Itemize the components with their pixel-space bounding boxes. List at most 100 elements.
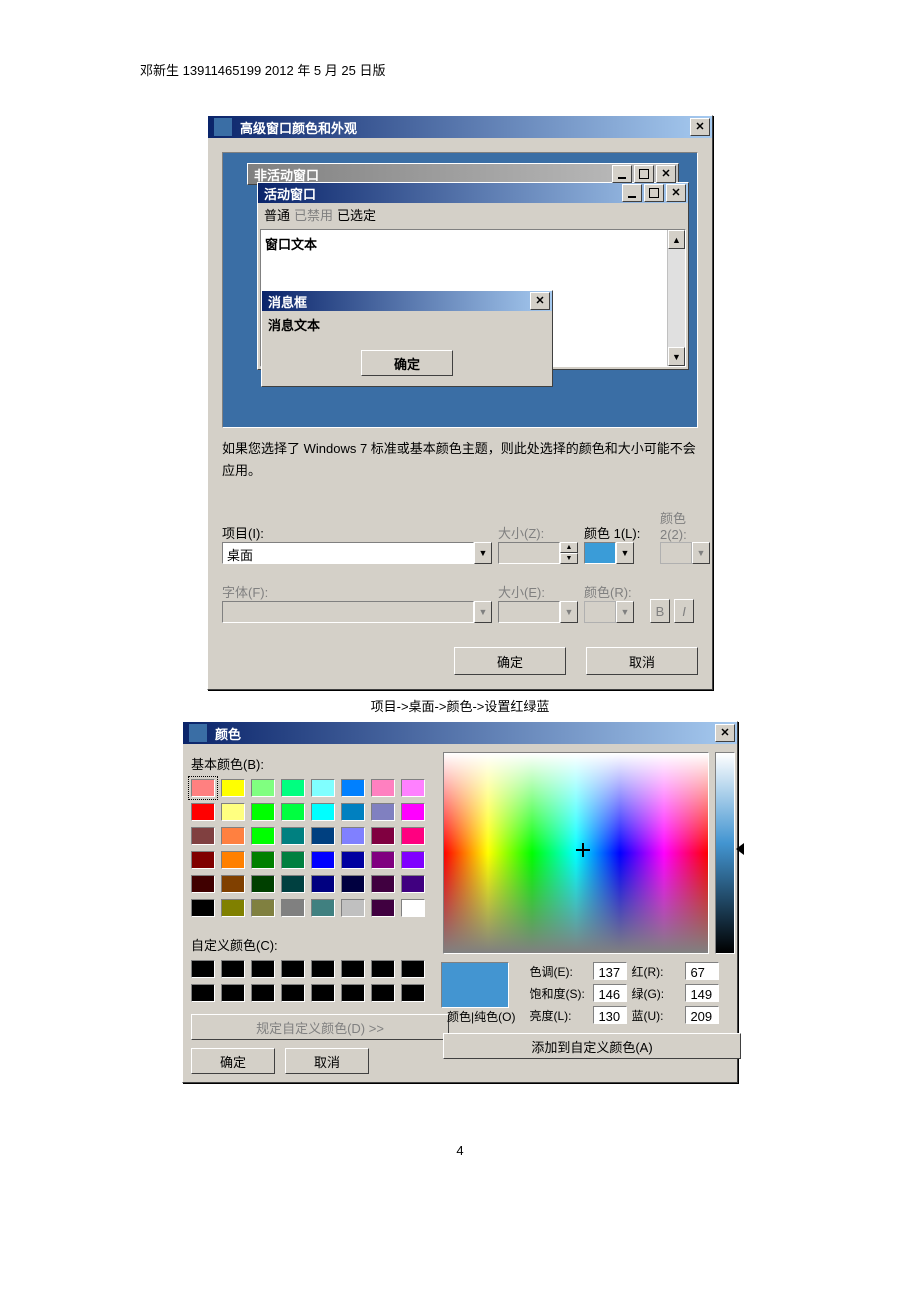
cancel-button[interactable]: 取消 bbox=[285, 1048, 369, 1074]
basic-color-swatch[interactable] bbox=[221, 875, 245, 893]
close-icon[interactable]: ✕ bbox=[656, 165, 676, 183]
close-icon[interactable]: ✕ bbox=[530, 292, 550, 310]
basic-color-swatch[interactable] bbox=[191, 827, 215, 845]
basic-color-swatch[interactable] bbox=[191, 803, 215, 821]
basic-color-swatch[interactable] bbox=[311, 827, 335, 845]
basic-color-swatch[interactable] bbox=[191, 779, 215, 797]
basic-color-swatch[interactable] bbox=[341, 827, 365, 845]
custom-color-swatch[interactable] bbox=[401, 960, 425, 978]
basic-color-swatch[interactable] bbox=[341, 803, 365, 821]
basic-color-swatch[interactable] bbox=[371, 827, 395, 845]
basic-color-swatch[interactable] bbox=[311, 779, 335, 797]
hue-input[interactable]: 137 bbox=[593, 962, 627, 980]
basic-color-swatch[interactable] bbox=[281, 827, 305, 845]
basic-color-swatch[interactable] bbox=[371, 899, 395, 917]
basic-color-swatch[interactable] bbox=[221, 851, 245, 869]
color1-picker[interactable]: ▼ bbox=[584, 542, 654, 564]
basic-color-swatch[interactable] bbox=[371, 875, 395, 893]
cancel-button[interactable]: 取消 bbox=[586, 647, 698, 675]
custom-color-swatch[interactable] bbox=[311, 960, 335, 978]
basic-color-swatch[interactable] bbox=[311, 875, 335, 893]
basic-color-swatch[interactable] bbox=[341, 851, 365, 869]
basic-color-swatch[interactable] bbox=[251, 851, 275, 869]
close-icon[interactable]: ✕ bbox=[715, 724, 735, 742]
basic-color-swatch[interactable] bbox=[281, 875, 305, 893]
basic-color-swatch[interactable] bbox=[191, 875, 215, 893]
custom-colors-grid[interactable] bbox=[191, 960, 441, 1002]
minimize-icon[interactable] bbox=[612, 165, 632, 183]
custom-color-swatch[interactable] bbox=[251, 984, 275, 1002]
basic-color-swatch[interactable] bbox=[251, 827, 275, 845]
basic-color-swatch[interactable] bbox=[221, 779, 245, 797]
scroll-up-icon[interactable]: ▲ bbox=[668, 230, 685, 249]
custom-color-swatch[interactable] bbox=[371, 984, 395, 1002]
basic-color-swatch[interactable] bbox=[251, 899, 275, 917]
add-to-custom-button[interactable]: 添加到自定义颜色(A) bbox=[443, 1033, 741, 1059]
title-bar[interactable]: 高级窗口颜色和外观 ✕ bbox=[208, 116, 712, 138]
custom-color-swatch[interactable] bbox=[221, 960, 245, 978]
chevron-down-icon[interactable]: ▼ bbox=[616, 542, 634, 564]
custom-color-swatch[interactable] bbox=[341, 984, 365, 1002]
ok-button[interactable]: 确定 bbox=[191, 1048, 275, 1074]
lum-input[interactable]: 130 bbox=[593, 1006, 627, 1024]
basic-color-swatch[interactable] bbox=[251, 779, 275, 797]
menu-selected[interactable]: 已选定 bbox=[337, 205, 376, 227]
basic-color-swatch[interactable] bbox=[401, 875, 425, 893]
item-combo[interactable]: 桌面 bbox=[222, 542, 474, 564]
basic-color-swatch[interactable] bbox=[371, 803, 395, 821]
minimize-icon[interactable] bbox=[622, 184, 642, 202]
basic-color-swatch[interactable] bbox=[281, 899, 305, 917]
ok-button[interactable]: 确定 bbox=[454, 647, 566, 675]
scroll-down-icon[interactable]: ▼ bbox=[668, 347, 685, 366]
basic-color-swatch[interactable] bbox=[341, 899, 365, 917]
custom-color-swatch[interactable] bbox=[221, 984, 245, 1002]
custom-color-swatch[interactable] bbox=[311, 984, 335, 1002]
basic-color-swatch[interactable] bbox=[311, 803, 335, 821]
green-input[interactable]: 149 bbox=[685, 984, 719, 1002]
basic-color-swatch[interactable] bbox=[311, 899, 335, 917]
color-spectrum[interactable] bbox=[443, 752, 709, 954]
msgbox-ok-button[interactable]: 确定 bbox=[361, 350, 453, 376]
luminance-bar[interactable] bbox=[715, 752, 735, 954]
custom-color-swatch[interactable] bbox=[281, 960, 305, 978]
basic-color-swatch[interactable] bbox=[341, 875, 365, 893]
menu-normal[interactable]: 普通 bbox=[264, 205, 290, 227]
basic-color-swatch[interactable] bbox=[281, 779, 305, 797]
basic-color-swatch[interactable] bbox=[341, 779, 365, 797]
basic-color-swatch[interactable] bbox=[191, 899, 215, 917]
custom-color-swatch[interactable] bbox=[251, 960, 275, 978]
sat-input[interactable]: 146 bbox=[593, 984, 627, 1002]
basic-color-swatch[interactable] bbox=[251, 803, 275, 821]
custom-color-swatch[interactable] bbox=[371, 960, 395, 978]
custom-color-swatch[interactable] bbox=[191, 984, 215, 1002]
basic-color-swatch[interactable] bbox=[401, 803, 425, 821]
basic-color-swatch[interactable] bbox=[401, 827, 425, 845]
close-icon[interactable]: ✕ bbox=[690, 118, 710, 136]
custom-color-swatch[interactable] bbox=[191, 960, 215, 978]
basic-color-swatch[interactable] bbox=[281, 851, 305, 869]
basic-color-swatch[interactable] bbox=[191, 851, 215, 869]
custom-color-swatch[interactable] bbox=[341, 960, 365, 978]
chevron-down-icon[interactable]: ▼ bbox=[474, 542, 492, 564]
custom-color-swatch[interactable] bbox=[281, 984, 305, 1002]
maximize-icon[interactable] bbox=[644, 184, 664, 202]
basic-color-swatch[interactable] bbox=[251, 875, 275, 893]
red-input[interactable]: 67 bbox=[685, 962, 719, 980]
basic-color-swatch[interactable] bbox=[371, 851, 395, 869]
basic-color-swatch[interactable] bbox=[401, 851, 425, 869]
basic-color-swatch[interactable] bbox=[221, 803, 245, 821]
basic-color-swatch[interactable] bbox=[371, 779, 395, 797]
basic-colors-grid[interactable] bbox=[191, 779, 441, 917]
close-icon[interactable]: ✕ bbox=[666, 184, 686, 202]
basic-color-swatch[interactable] bbox=[401, 899, 425, 917]
title-bar[interactable]: 颜色 ✕ bbox=[183, 722, 737, 744]
custom-color-swatch[interactable] bbox=[401, 984, 425, 1002]
blue-input[interactable]: 209 bbox=[685, 1006, 719, 1024]
maximize-icon[interactable] bbox=[634, 165, 654, 183]
basic-color-swatch[interactable] bbox=[281, 803, 305, 821]
basic-color-swatch[interactable] bbox=[221, 827, 245, 845]
scrollbar[interactable]: ▲ ▼ bbox=[667, 230, 685, 366]
basic-color-swatch[interactable] bbox=[401, 779, 425, 797]
basic-color-swatch[interactable] bbox=[311, 851, 335, 869]
basic-color-swatch[interactable] bbox=[221, 899, 245, 917]
